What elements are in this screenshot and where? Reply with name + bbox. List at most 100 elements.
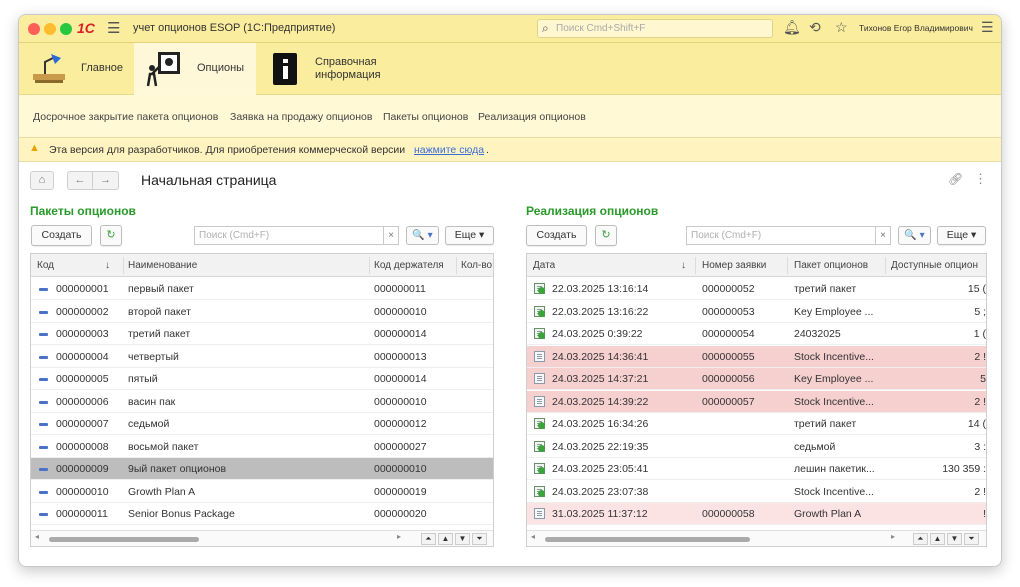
left-search-clear-button[interactable]: × [384, 226, 399, 245]
table-row[interactable]: 24.03.2025 16:34:26 третий пакет 14 ( [527, 413, 986, 435]
table-row[interactable]: 22.03.2025 13:16:22 000000053 Key Employee… [527, 301, 986, 323]
title-bar: 1С ☰ учет опционов ESOP (1С:Предприятие)… [19, 15, 1001, 43]
horizontal-scrollbar[interactable]: ◂ ▸ ⏶ ▲ ▼ ⏷ [31, 530, 493, 546]
back-button[interactable]: ← [67, 171, 93, 190]
option-realization-table[interactable]: Дата ↓ Номер заявки Пакет опционов Досту… [526, 253, 987, 547]
home-button[interactable]: ⌂ [30, 171, 54, 190]
scroll-first-button[interactable]: ⏶ [421, 533, 436, 545]
subnav-option-packages[interactable]: Пакеты опционов [383, 111, 468, 123]
table-row[interactable]: 24.03.2025 14:39:22 000000057 Stock Incent… [527, 390, 986, 413]
table-row[interactable]: 22.03.2025 13:16:14 000000052 третий пакет… [527, 278, 986, 300]
scroll-first-button[interactable]: ⏶ [913, 533, 928, 545]
table-row[interactable]: 000000005 пятый 000000014 [31, 368, 493, 390]
table-row[interactable]: 24.03.2025 23:05:41 лешин пакетик... 130 3… [527, 458, 986, 480]
table-row[interactable]: 24.03.2025 0:39:22 000000054 24032025 1 ( [527, 323, 986, 345]
close-window-button[interactable] [28, 23, 40, 35]
header-available-options[interactable]: Доступные опцион [891, 260, 986, 271]
table-row[interactable]: 000000008 восьмой пакет 000000027 [31, 436, 493, 458]
left-more-button[interactable]: Еще ▾ [445, 226, 494, 245]
subnav-option-realization[interactable]: Реализация опционов [478, 111, 586, 123]
table-row[interactable]: 24.03.2025 23:07:38 Stock Incentive... 2 ! [527, 481, 986, 503]
scroll-down-button[interactable]: ▼ [455, 533, 470, 545]
settings-menu-icon[interactable]: ☰ [981, 19, 994, 36]
right-search-button[interactable]: 🔍 ▾ [898, 226, 931, 245]
more-actions-icon[interactable]: ⋮ [974, 171, 987, 187]
cell-available-options: 130 359 : [942, 463, 986, 475]
right-more-button[interactable]: Еще ▾ [937, 226, 986, 245]
subnav-early-closing[interactable]: Досрочное закрытие пакета опционов [33, 111, 218, 123]
cell-available-options: ! [983, 508, 986, 520]
table-row[interactable]: 000000011 Senior Bonus Package 000000020 [31, 503, 493, 525]
scroll-right-icon[interactable]: ▸ [397, 532, 401, 541]
buy-link[interactable]: нажмите сюда [414, 144, 484, 156]
table-row[interactable]: 24.03.2025 14:37:21 000000056 Key Employee… [527, 368, 986, 390]
left-create-button[interactable]: Создать [31, 225, 92, 246]
user-name[interactable]: Тихонов Егор Владимирович [859, 23, 973, 33]
table-row[interactable]: 000000002 второй пакет 000000010 [31, 301, 493, 323]
scroll-left-icon[interactable]: ◂ [35, 532, 39, 541]
header-date[interactable]: Дата [533, 260, 555, 271]
cell-request-number: 000000054 [702, 328, 755, 340]
table-row[interactable]: 000000001 первый пакет 000000011 [31, 278, 493, 300]
link-icon[interactable]: 🔗︎ [948, 172, 963, 186]
sort-icon[interactable]: ↓ [105, 260, 110, 271]
table-row[interactable]: 000000009 9ый пакет опционов 000000010 [31, 458, 493, 480]
scroll-left-icon[interactable]: ◂ [531, 532, 535, 541]
left-panel-title[interactable]: Пакеты опционов [30, 204, 136, 218]
menu-icon[interactable]: ☰ [107, 19, 120, 37]
left-search-input[interactable]: Поиск (Cmd+F) [194, 226, 384, 245]
cell-date: 24.03.2025 14:39:22 [552, 395, 649, 408]
section-reference[interactable]: Справочная информация [267, 43, 397, 95]
table-row[interactable]: 000000003 третий пакет 000000014 [31, 323, 493, 345]
zoom-window-button[interactable] [60, 23, 72, 35]
minimize-window-button[interactable] [44, 23, 56, 35]
scrollbar-thumb[interactable] [49, 537, 199, 542]
right-panel-title[interactable]: Реализация опционов [526, 204, 658, 218]
left-search-button[interactable]: 🔍 ▾ [406, 226, 439, 245]
sort-icon[interactable]: ↓ [681, 260, 686, 271]
history-icon[interactable]: ⟲ [809, 19, 821, 36]
table-row[interactable]: 000000010 Growth Plan A 000000019 [31, 481, 493, 503]
scroll-last-button[interactable]: ⏷ [964, 533, 979, 545]
scroll-up-button[interactable]: ▲ [930, 533, 945, 545]
scrollbar-thumb[interactable] [545, 537, 750, 542]
scroll-down-button[interactable]: ▼ [947, 533, 962, 545]
option-packages-table[interactable]: Код ↓ Наименование Код держателя Кол-во … [30, 253, 494, 547]
cell-option-package: седьмой [794, 440, 836, 453]
cell-date: 22.03.2025 13:16:14 [552, 283, 649, 295]
header-code[interactable]: Код [37, 260, 54, 271]
right-create-button[interactable]: Создать [526, 225, 587, 246]
star-icon[interactable]: ☆ [835, 19, 848, 36]
scroll-last-button[interactable]: ⏷ [472, 533, 487, 545]
header-option-package[interactable]: Пакет опционов [794, 260, 868, 271]
header-name[interactable]: Наименование [128, 260, 197, 271]
header-holder-code[interactable]: Код держателя [374, 260, 444, 271]
document-icon [534, 373, 545, 384]
table-row[interactable]: 000000004 четвертый 000000013 [31, 346, 493, 368]
table-row[interactable]: 24.03.2025 14:36:41 000000055 Stock Incent… [527, 345, 986, 368]
table-row[interactable]: 000000007 седьмой 000000012 [31, 413, 493, 435]
table-row[interactable]: 000000006 васин пак 000000010 [31, 391, 493, 413]
scroll-right-icon[interactable]: ▸ [891, 532, 895, 541]
header-quantity[interactable]: Кол-во [461, 260, 493, 271]
global-search-input[interactable]: ⌕ Поиск Cmd+Shift+F [537, 19, 773, 38]
table-row[interactable]: 31.03.2025 11:37:12 000000058 Growth Plan … [527, 503, 986, 525]
horizontal-scrollbar[interactable]: ◂ ▸ ⏶ ▲ ▼ ⏷ [527, 530, 986, 546]
forward-button[interactable]: → [93, 171, 119, 190]
header-request-number[interactable]: Номер заявки [702, 260, 766, 271]
cell-option-package: Stock Incentive... [794, 485, 874, 498]
left-refresh-button[interactable]: ↻ [100, 225, 122, 246]
right-search-clear-button[interactable]: × [876, 226, 891, 245]
bell-icon[interactable]: 🔔︎ [783, 19, 801, 36]
cell-available-options: 5 [980, 373, 986, 385]
cell-name: седьмой [128, 418, 170, 430]
subnav-sale-request[interactable]: Заявка на продажу опционов [230, 111, 372, 123]
cell-name: васин пак [128, 395, 176, 408]
right-refresh-button[interactable]: ↻ [595, 225, 617, 246]
right-search-input[interactable]: Поиск (Cmd+F) [686, 226, 876, 245]
table-row[interactable]: 24.03.2025 22:19:35 седьмой 3 : [527, 436, 986, 458]
section-options[interactable]: Опционы [134, 43, 256, 95]
cell-holder-code: 000000014 [374, 373, 427, 385]
section-main[interactable]: Главное [25, 43, 129, 95]
scroll-up-button[interactable]: ▲ [438, 533, 453, 545]
